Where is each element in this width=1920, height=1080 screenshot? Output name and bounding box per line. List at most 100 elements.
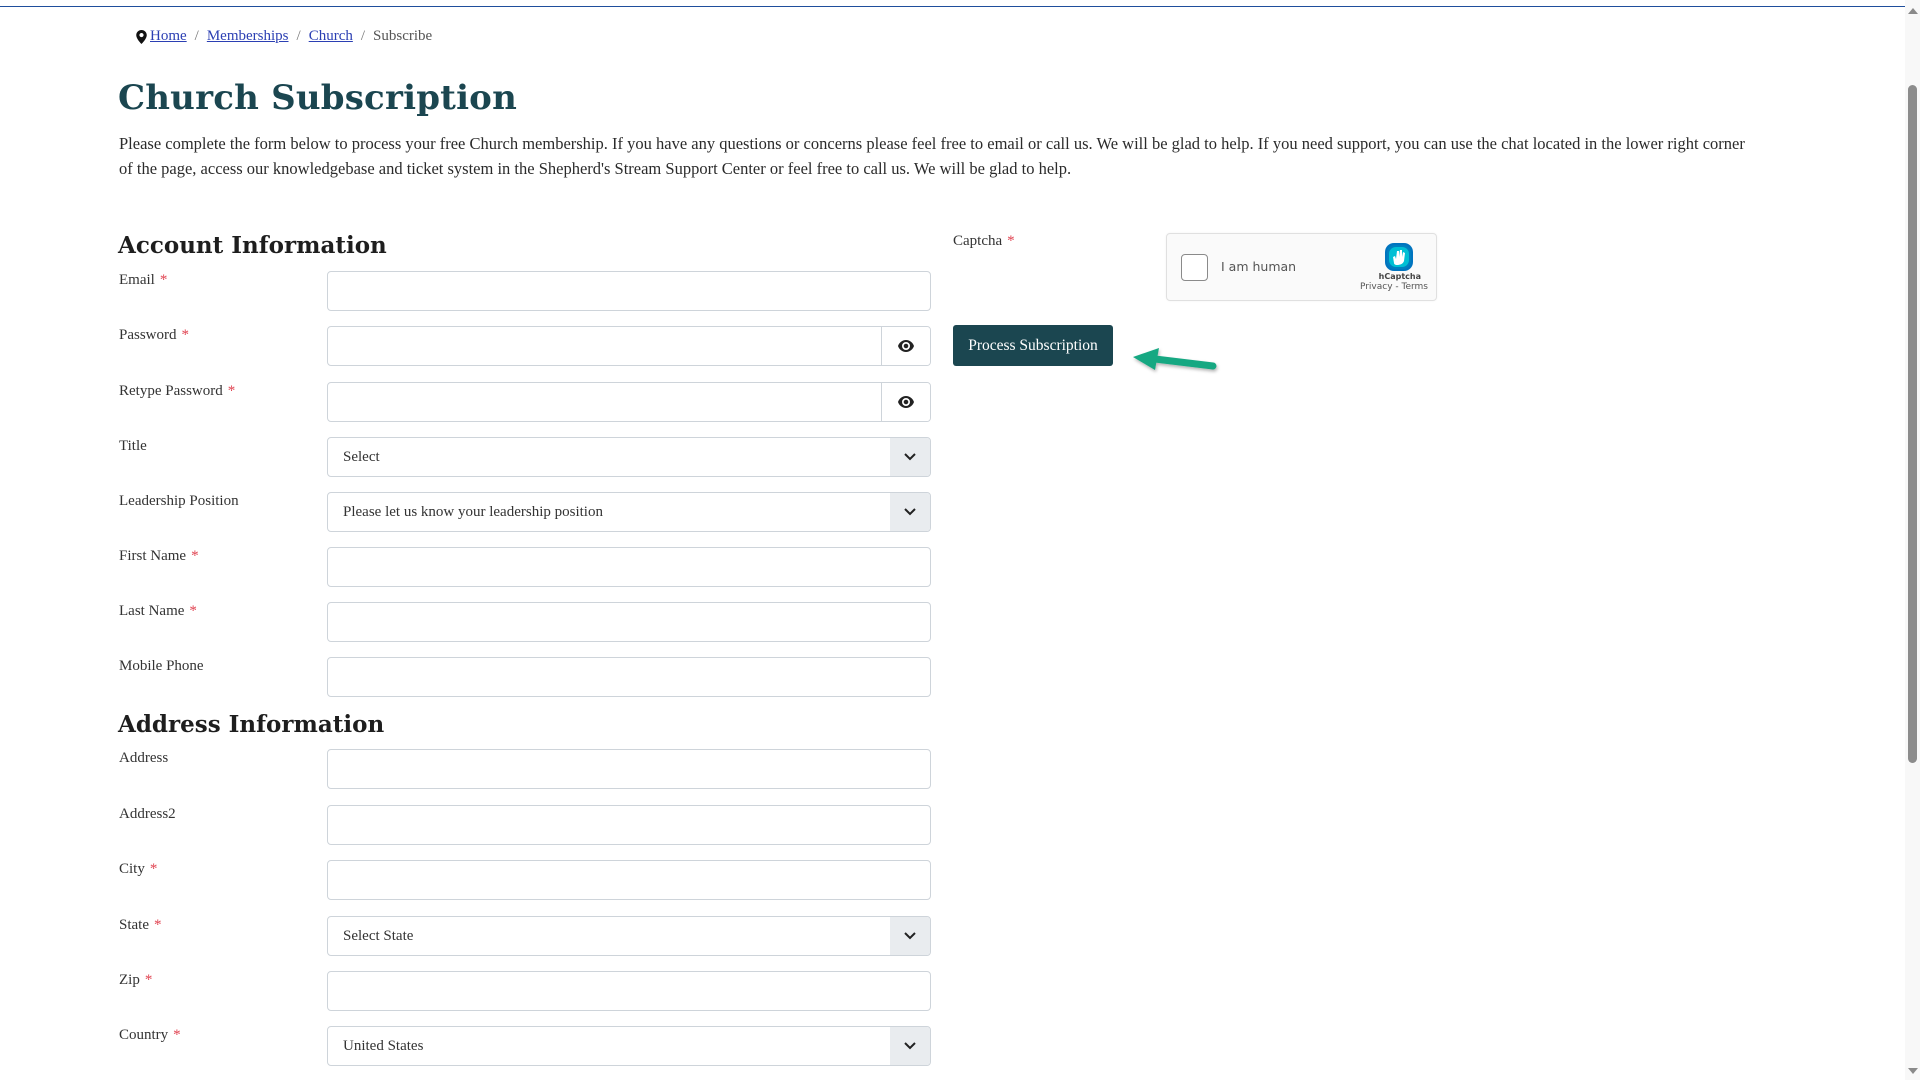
scroll-down-icon[interactable] (1908, 1068, 1918, 1074)
arrow-left-icon (1133, 348, 1217, 370)
chevron-down-icon (904, 508, 916, 516)
last-name-row: Last Name * (119, 602, 931, 642)
mobile-phone-label: Mobile Phone (119, 658, 204, 674)
scrollbar-thumb[interactable] (1908, 85, 1917, 763)
breadcrumb-separator: / (194, 28, 199, 44)
email-field[interactable] (328, 272, 930, 310)
hcaptcha-logo-icon (1385, 243, 1413, 271)
leadership-position-select[interactable]: Please let us know your leadership posit… (327, 492, 931, 532)
address-row: Address (119, 749, 931, 789)
first-name-field-wrapper (327, 547, 931, 587)
city-label: City * (119, 861, 158, 877)
leadership-position-label: Leadership Position (119, 493, 239, 509)
city-field-wrapper (327, 860, 931, 900)
state-select[interactable]: Select State (327, 916, 931, 956)
required-marker: * (154, 917, 162, 933)
title-select-toggle[interactable] (890, 438, 930, 476)
captcha-checkbox[interactable] (1181, 254, 1208, 281)
retype-password-row: Retype Password * (119, 382, 931, 422)
breadcrumb: Home / Memberships / Church / Subscribe (136, 28, 432, 45)
chevron-down-icon (904, 932, 916, 940)
leadership-position-select-toggle[interactable] (890, 493, 930, 531)
eye-icon (898, 340, 914, 352)
password-field-wrapper (327, 326, 931, 366)
address-label: Address (119, 750, 169, 766)
scroll-up-icon[interactable] (1908, 8, 1918, 14)
address2-field-wrapper (327, 805, 931, 845)
top-border (0, 0, 1905, 7)
title-row: Title Select (119, 437, 931, 477)
required-marker: * (191, 548, 199, 564)
address2-row: Address2 (119, 805, 931, 845)
state-row: State * Select State (119, 916, 931, 956)
required-marker: * (189, 603, 197, 619)
page-title: Church Subscription (118, 78, 517, 118)
email-label: Email * (119, 272, 168, 288)
address2-field[interactable] (328, 806, 930, 844)
retype-password-field[interactable] (328, 383, 881, 421)
address-information-heading: Address Information (118, 711, 385, 738)
country-label: Country * (119, 1027, 181, 1043)
first-name-row: First Name * (119, 547, 931, 587)
required-marker: * (1007, 233, 1015, 249)
last-name-field[interactable] (328, 603, 930, 641)
first-name-label: First Name * (119, 548, 199, 564)
breadcrumb-separator: / (360, 28, 366, 44)
mobile-phone-row: Mobile Phone (119, 657, 931, 697)
breadcrumb-separator: / (296, 28, 301, 44)
email-row: Email * (119, 271, 931, 311)
first-name-field[interactable] (328, 548, 930, 586)
map-pin-icon (136, 29, 147, 44)
captcha-checkbox-label: I am human (1221, 259, 1297, 274)
password-label: Password * (119, 327, 190, 343)
country-select[interactable]: United States (327, 1026, 931, 1066)
leadership-position-row: Leadership Position Please let us know y… (119, 492, 931, 532)
last-name-label: Last Name * (119, 603, 197, 619)
chevron-down-icon (904, 1042, 916, 1050)
state-label: State * (119, 917, 162, 933)
title-label: Title (119, 438, 147, 454)
eye-icon (898, 396, 914, 408)
zip-label: Zip * (119, 972, 153, 988)
country-select-value: United States (343, 1037, 424, 1054)
password-field[interactable] (328, 327, 881, 365)
mobile-phone-field-wrapper (327, 657, 931, 697)
required-marker: * (173, 1027, 181, 1043)
required-marker: * (159, 272, 168, 288)
city-row: City * (119, 860, 931, 900)
process-subscription-button[interactable]: Process Subscription (953, 325, 1113, 366)
password-row: Password * (119, 326, 931, 366)
required-marker: * (227, 383, 236, 399)
state-select-toggle[interactable] (890, 917, 930, 955)
required-marker: * (181, 327, 190, 343)
mobile-phone-field[interactable] (328, 658, 930, 696)
account-information-heading: Account Information (118, 232, 387, 259)
intro-text: Please complete the form below to proces… (119, 134, 1745, 178)
captcha-brand: hCaptcha (1378, 272, 1421, 281)
title-select-value: Select (343, 448, 380, 465)
chevron-down-icon (904, 453, 916, 461)
address2-label: Address2 (119, 806, 176, 822)
breadcrumb-church[interactable]: Church (309, 28, 353, 45)
country-select-toggle[interactable] (890, 1027, 930, 1065)
state-select-value: Select State (343, 927, 414, 944)
address-field-wrapper (327, 749, 931, 789)
address-field[interactable] (328, 750, 930, 788)
breadcrumb-current: Subscribe (373, 28, 433, 44)
email-field-wrapper (327, 271, 931, 311)
last-name-field-wrapper (327, 602, 931, 642)
password-visibility-toggle[interactable] (881, 327, 930, 365)
breadcrumb-memberships[interactable]: Memberships (207, 28, 289, 45)
zip-field[interactable] (328, 972, 930, 1010)
page-scrollbar[interactable] (1905, 0, 1920, 1080)
breadcrumb-home[interactable]: Home (150, 28, 187, 45)
zip-field-wrapper (327, 971, 931, 1011)
retype-password-field-wrapper (327, 382, 931, 422)
captcha-privacy-terms-links[interactable]: Privacy - Terms (1360, 282, 1428, 292)
title-select[interactable]: Select (327, 437, 931, 477)
retype-password-visibility-toggle[interactable] (881, 383, 930, 421)
country-row: Country * United States (119, 1026, 931, 1066)
city-field[interactable] (328, 861, 930, 899)
retype-password-label: Retype Password * (119, 383, 236, 399)
captcha-label: Captcha * (953, 233, 1015, 249)
